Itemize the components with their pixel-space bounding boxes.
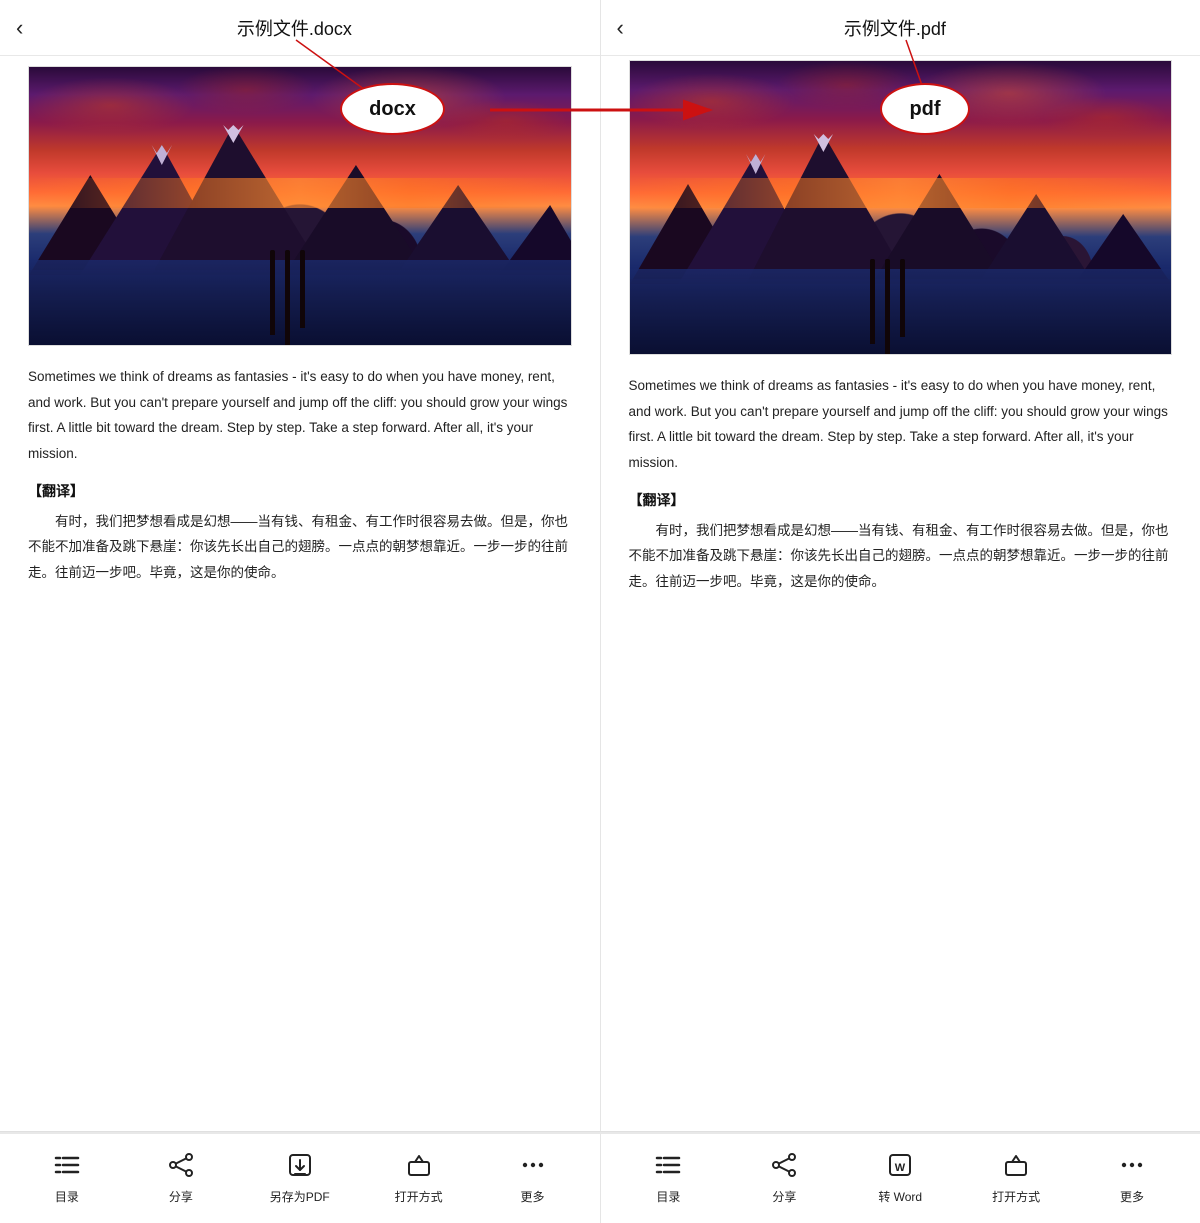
right-list-icon	[655, 1152, 681, 1183]
left-panel-content: Sometimes we think of dreams as fantasie…	[0, 56, 600, 1131]
right-body-text: Sometimes we think of dreams as fantasie…	[629, 373, 1173, 476]
left-panel: ‹ 示例文件.docx	[0, 0, 601, 1131]
left-toolbar-share[interactable]: 分享	[156, 1152, 206, 1205]
right-share-label: 分享	[772, 1188, 796, 1205]
right-toolbar: 目录 分享 W	[601, 1133, 1200, 1223]
left-toolbar-more[interactable]: 更多	[508, 1152, 558, 1205]
open-with-icon	[406, 1152, 432, 1183]
right-toolbar-more[interactable]: 更多	[1107, 1152, 1157, 1205]
right-toolbar-open-with[interactable]: 打开方式	[991, 1152, 1041, 1205]
left-toc-label: 目录	[55, 1188, 79, 1205]
right-toc-label: 目录	[656, 1188, 680, 1205]
right-translate-section: 【翻译】 有时，我们把梦想看成是幻想——当有钱、有租金、有工作时很容易去做。但是…	[629, 490, 1173, 595]
convert-word-icon: W	[887, 1152, 913, 1183]
right-toolbar-share[interactable]: 分享	[759, 1152, 809, 1205]
left-toolbar-save-pdf[interactable]: 另存为PDF	[270, 1152, 330, 1205]
docx-label: docx	[340, 83, 445, 135]
right-convert-word-label: 转 Word	[878, 1188, 922, 1205]
left-open-with-label: 打开方式	[395, 1188, 443, 1205]
svg-text:W: W	[895, 1162, 906, 1174]
right-more-label: 更多	[1120, 1188, 1144, 1205]
left-share-label: 分享	[169, 1188, 193, 1205]
left-body-text: Sometimes we think of dreams as fantasie…	[28, 364, 572, 467]
right-toolbar-toc[interactable]: 目录	[643, 1152, 693, 1205]
left-more-label: 更多	[521, 1188, 545, 1205]
save-pdf-icon	[287, 1152, 313, 1183]
left-file-title: 示例文件.docx	[35, 15, 553, 41]
left-toolbar-toc[interactable]: 目录	[42, 1152, 92, 1205]
share-icon	[168, 1152, 194, 1183]
right-panel: ‹ 示例文件.pdf	[601, 0, 1200, 1131]
right-open-with-label: 打开方式	[992, 1188, 1040, 1205]
left-toolbar-open-with[interactable]: 打开方式	[394, 1152, 444, 1205]
more-icon-right	[1119, 1152, 1145, 1183]
right-share-icon	[771, 1152, 797, 1183]
left-save-pdf-label: 另存为PDF	[270, 1188, 330, 1205]
left-translate-section: 【翻译】 有时，我们把梦想看成是幻想——当有钱、有租金、有工作时很容易去做。但是…	[28, 481, 572, 586]
list-icon	[54, 1152, 80, 1183]
left-doc-image	[28, 66, 572, 346]
right-open-with-icon	[1003, 1152, 1029, 1183]
left-back-button[interactable]: ‹	[16, 17, 23, 39]
left-toolbar: 目录 分享	[0, 1133, 601, 1223]
right-file-title: 示例文件.pdf	[636, 15, 1154, 41]
left-panel-header: ‹ 示例文件.docx	[0, 0, 600, 56]
right-panel-header: ‹ 示例文件.pdf	[601, 0, 1200, 56]
more-icon-left	[520, 1152, 546, 1183]
right-panel-content: Sometimes we think of dreams as fantasie…	[601, 56, 1200, 1131]
right-back-button[interactable]: ‹	[617, 17, 624, 39]
bottom-toolbars: 目录 分享	[0, 1132, 1200, 1223]
right-toolbar-convert-word[interactable]: W 转 Word	[875, 1152, 925, 1205]
pdf-label: pdf	[880, 83, 970, 135]
